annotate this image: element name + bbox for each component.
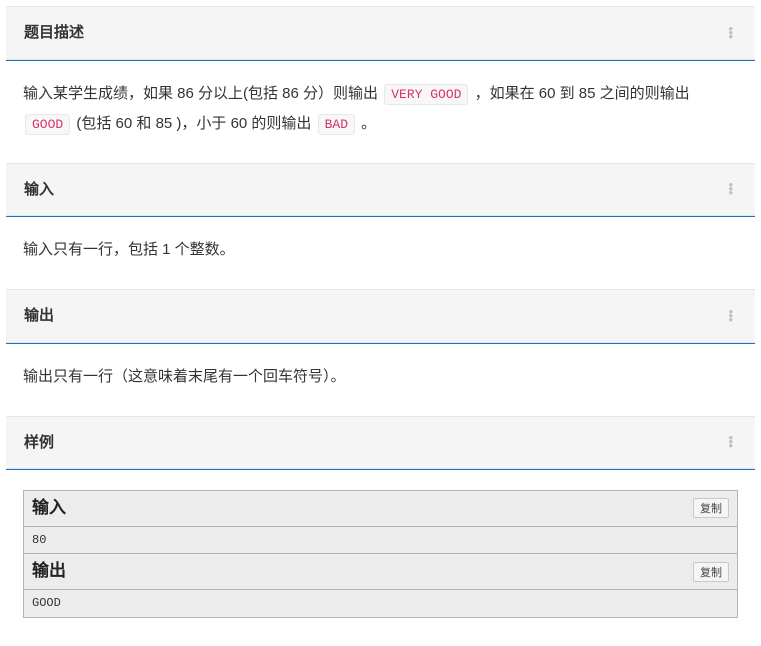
- section-description: 题目描述 ••• 输入某学生成绩，如果 86 分以上(包括 86 分）则输出 V…: [6, 6, 755, 157]
- section-input: 输入 ••• 输入只有一行，包括 1 个整数。: [6, 163, 755, 284]
- kebab-menu-icon[interactable]: •••: [724, 310, 737, 322]
- input-text: 输入只有一行，包括 1 个整数。: [23, 235, 738, 265]
- section-header-sample: 样例 •••: [6, 416, 755, 470]
- sample-output-data: GOOD: [24, 590, 737, 616]
- sample-input-label: 输入: [32, 494, 66, 523]
- section-header-input: 输入 •••: [6, 163, 755, 217]
- desc-text-1: ，如果在 60 到 85 之间的则输出: [470, 85, 689, 102]
- body-output: 输出只有一行（这意味着末尾有一个回车符号）。: [6, 344, 755, 410]
- desc-text-0: 输入某学生成绩，如果 86 分以上(包括 86 分）则输出: [23, 85, 382, 102]
- sample-input-header: 输入 复制: [24, 491, 737, 527]
- kebab-menu-icon[interactable]: •••: [724, 436, 737, 448]
- title-input: 输入: [24, 177, 54, 203]
- section-header-output: 输出 •••: [6, 289, 755, 343]
- kebab-menu-icon[interactable]: •••: [724, 27, 737, 39]
- sample-output-header: 输出 复制: [24, 553, 737, 590]
- section-header-description: 题目描述 •••: [6, 6, 755, 60]
- body-sample: 输入 复制 80 输出 复制 GOOD: [6, 470, 755, 634]
- body-description: 输入某学生成绩，如果 86 分以上(包括 86 分）则输出 VERY GOOD …: [6, 61, 755, 157]
- title-description: 题目描述: [24, 20, 84, 46]
- code-very-good: VERY GOOD: [384, 84, 468, 105]
- output-text: 输出只有一行（这意味着末尾有一个回车符号）。: [23, 362, 738, 392]
- kebab-menu-icon[interactable]: •••: [724, 183, 737, 195]
- section-output: 输出 ••• 输出只有一行（这意味着末尾有一个回车符号）。: [6, 289, 755, 410]
- sample-input-data: 80: [24, 527, 737, 553]
- section-sample: 样例 ••• 输入 复制 80 输出 复制 GOOD: [6, 416, 755, 634]
- copy-button-input[interactable]: 复制: [693, 498, 729, 518]
- desc-text-3: 。: [357, 115, 376, 132]
- sample-box: 输入 复制 80 输出 复制 GOOD: [23, 490, 738, 618]
- code-good: GOOD: [25, 114, 70, 135]
- title-sample: 样例: [24, 430, 54, 456]
- desc-text-2: (包括 60 和 85 )，小于 60 的则输出: [72, 115, 315, 132]
- body-input: 输入只有一行，包括 1 个整数。: [6, 217, 755, 283]
- title-output: 输出: [24, 303, 54, 329]
- sample-output-label: 输出: [32, 557, 66, 586]
- description-paragraph: 输入某学生成绩，如果 86 分以上(包括 86 分）则输出 VERY GOOD …: [23, 79, 738, 139]
- code-bad: BAD: [318, 114, 355, 135]
